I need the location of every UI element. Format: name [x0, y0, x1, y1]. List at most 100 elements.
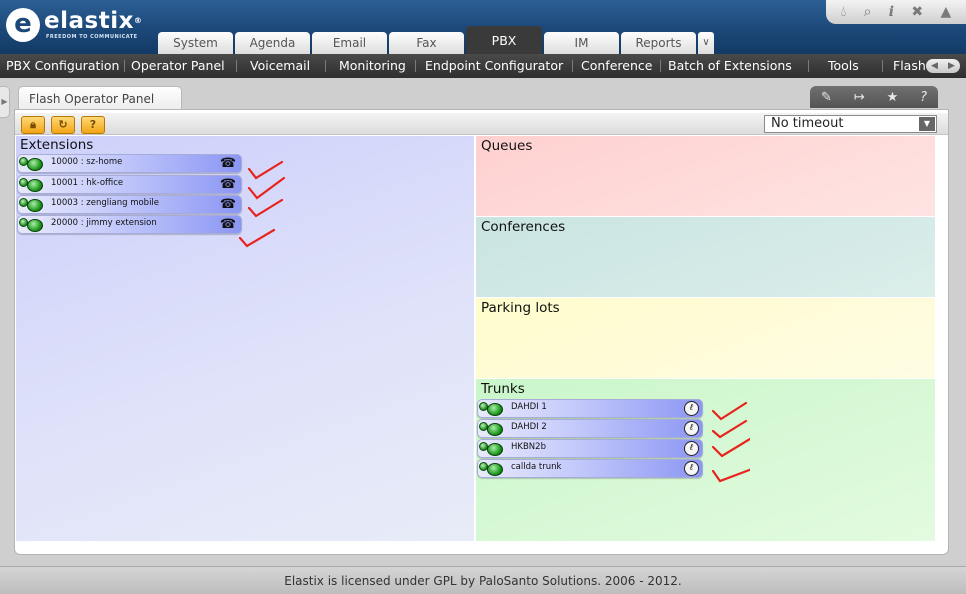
extension-entry[interactable]: 10000 : sz-home ☎: [17, 154, 242, 173]
subnav-separator: [124, 60, 125, 72]
search-icon[interactable]: ⌕: [864, 5, 872, 19]
extension-label: 20000 : jimmy extension: [51, 218, 157, 228]
trunks-title: Trunks: [481, 381, 525, 397]
trunk-line-icon: ℓ: [684, 461, 699, 476]
user-icon[interactable]: ▲: [940, 5, 951, 19]
conferences-title: Conferences: [481, 219, 566, 235]
conferences-zone: Conferences: [476, 217, 935, 297]
drop-icon[interactable]: 💧︎: [841, 5, 847, 19]
subnav-tools[interactable]: Tools: [828, 54, 859, 78]
tabs-more-chevron-icon[interactable]: ∨: [698, 32, 714, 54]
trunk-label: HKBN2b: [511, 442, 546, 452]
status-led-icon: [479, 462, 505, 476]
footer-license-text: Elastix is licensed under GPL by PaloSan…: [0, 566, 966, 594]
subnav-flash[interactable]: Flash: [893, 54, 926, 78]
trunk-line-icon: ℓ: [684, 441, 699, 456]
sticky-note-icon[interactable]: ↦: [854, 90, 865, 105]
checkmark-annotation-icon: [711, 419, 748, 439]
trunk-line-icon: ℓ: [684, 421, 699, 436]
logo-registered-mark: ®: [133, 16, 143, 25]
tab-system[interactable]: System: [158, 32, 233, 54]
subnav-separator: [572, 60, 573, 72]
subnav-endpoint-configurator[interactable]: Endpoint Configurator: [425, 54, 563, 78]
logo-tagline: FREEDOM TO COMMUNICATE: [46, 34, 138, 40]
extensions-title: Extensions: [20, 137, 94, 153]
top-icon-bar: 💧︎ ⌕ i ✖ ▲: [826, 0, 966, 24]
queues-zone: Queues: [476, 136, 935, 216]
status-led-icon: [479, 422, 505, 436]
reload-icon[interactable]: ↻: [51, 116, 75, 134]
trunk-label: DAHDI 2: [511, 422, 547, 432]
checkmark-annotation-icon: [247, 176, 286, 200]
extension-entry[interactable]: 20000 : jimmy extension ☎: [17, 215, 242, 234]
status-led-icon: [19, 178, 45, 192]
scroll-left-icon[interactable]: ◀: [931, 61, 938, 71]
checkmark-annotation-icon: [711, 468, 750, 483]
extension-entry[interactable]: 10001 : hk-office ☎: [17, 175, 242, 194]
elastix-logo[interactable]: e elastix® FREEDOM TO COMMUNICATE: [6, 6, 146, 46]
status-led-icon: [19, 218, 45, 232]
subnav-operator-panel[interactable]: Operator Panel: [131, 54, 225, 78]
checkmark-annotation-icon: [238, 228, 276, 248]
star-icon[interactable]: ★: [887, 90, 899, 105]
checkmark-annotation-icon: [247, 160, 284, 180]
subnav-separator: [660, 60, 661, 72]
phone-icon: ☎: [219, 177, 237, 192]
header-bar: e elastix® FREEDOM TO COMMUNICATE 💧︎ ⌕ i…: [0, 0, 966, 54]
subnav-separator: [236, 60, 237, 72]
sidebar-toggle-handle[interactable]: ▶: [0, 86, 10, 118]
extension-entry[interactable]: 10003 : zengliang mobile ☎: [17, 195, 242, 214]
module-title-tab: Flash Operator Panel: [18, 86, 182, 110]
pbx-subnav: PBX Configuration Operator Panel Voicema…: [0, 54, 966, 78]
checkmark-annotation-icon: [247, 198, 284, 218]
trunk-entry[interactable]: DAHDI 1 ℓ: [477, 399, 703, 418]
status-led-icon: [19, 157, 45, 171]
phone-icon: ☎: [219, 197, 237, 212]
checkmark-annotation-icon: [711, 401, 748, 421]
trunk-entry[interactable]: callda trunk ℓ: [477, 459, 703, 478]
logo-mark: e: [6, 8, 40, 42]
phone-icon: ☎: [219, 217, 237, 232]
help-button-icon[interactable]: ?: [81, 116, 105, 134]
lock-icon[interactable]: 🔒︎: [21, 116, 45, 134]
trunk-label: DAHDI 1: [511, 402, 547, 412]
extension-label: 10003 : zengliang mobile: [51, 198, 160, 208]
main-tabs: System Agenda Email Fax PBX IM Reports ∨: [158, 26, 714, 54]
edit-icon[interactable]: ✎: [821, 90, 832, 105]
logo-wordmark: elastix®: [44, 8, 142, 34]
status-led-icon: [19, 198, 45, 212]
help-icon[interactable]: ?: [920, 90, 927, 105]
scroll-right-icon[interactable]: ▶: [948, 61, 955, 71]
tab-fax[interactable]: Fax: [389, 32, 464, 54]
tab-reports[interactable]: Reports: [621, 32, 696, 54]
logo-name: elastix: [44, 8, 134, 34]
tab-im[interactable]: IM: [544, 32, 619, 54]
subnav-separator: [415, 60, 416, 72]
subnav-conference[interactable]: Conference: [581, 54, 652, 78]
dropdown-arrow-icon[interactable]: ▼: [919, 117, 935, 131]
trunks-zone: Trunks DAHDI 1 ℓ DAHDI 2 ℓ HKBN2b ℓ call…: [476, 379, 935, 541]
puzzle-icon[interactable]: ✖: [911, 5, 923, 19]
subnav-voicemail[interactable]: Voicemail: [250, 54, 310, 78]
info-icon[interactable]: i: [889, 5, 894, 19]
subnav-separator: [325, 60, 326, 72]
extension-label: 10000 : sz-home: [51, 157, 123, 167]
subnav-batch-of-extensions[interactable]: Batch of Extensions: [668, 54, 792, 78]
tab-agenda[interactable]: Agenda: [235, 32, 310, 54]
extension-label: 10001 : hk-office: [51, 178, 124, 188]
subnav-separator: [808, 60, 809, 72]
trunk-entry[interactable]: DAHDI 2 ℓ: [477, 419, 703, 438]
tab-pbx[interactable]: PBX: [466, 26, 542, 54]
queues-title: Queues: [481, 138, 533, 154]
subnav-monitoring[interactable]: Monitoring: [339, 54, 406, 78]
timeout-select[interactable]: No timeout ▼: [764, 115, 937, 133]
subnav-separator: [882, 60, 883, 72]
parking-lots-title: Parking lots: [481, 300, 560, 316]
status-led-icon: [479, 402, 505, 416]
timeout-value: No timeout: [771, 116, 844, 131]
subnav-scroll-arrows: ◀ ▶: [926, 59, 960, 73]
subnav-pbx-configuration[interactable]: PBX Configuration: [6, 54, 119, 78]
trunk-entry[interactable]: HKBN2b ℓ: [477, 439, 703, 458]
tab-email[interactable]: Email: [312, 32, 387, 54]
module-action-bar: ✎ ↦ ★ ?: [810, 86, 938, 108]
